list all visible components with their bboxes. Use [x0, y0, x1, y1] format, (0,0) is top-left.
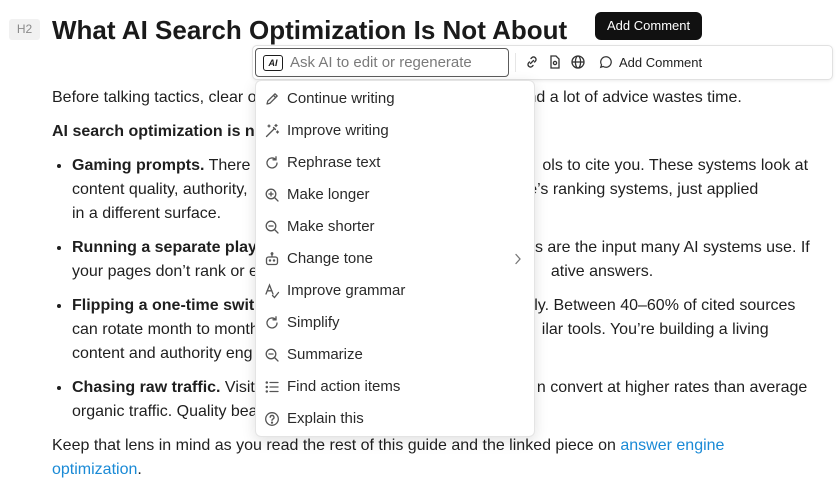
- menu-item-make-shorter[interactable]: Make shorter: [256, 211, 534, 243]
- closing-text: Keep that lens in mind as you read the r…: [52, 437, 621, 454]
- menu-item-simplify[interactable]: Simplify: [256, 307, 534, 339]
- bullet-text: There: [204, 157, 251, 174]
- bullet-line: your pages don’t rank or e: [72, 263, 258, 280]
- ai-toolbar: AI Add Comment: [252, 45, 833, 80]
- zoom-in-icon: [264, 187, 280, 203]
- globe-icon[interactable]: [570, 54, 586, 70]
- bullet-line: can rotate month to month: [72, 321, 259, 338]
- help-icon: [264, 411, 280, 427]
- closing-end: .: [137, 461, 142, 478]
- zoom-out-icon: [264, 347, 280, 363]
- add-comment-button[interactable]: Add Comment: [599, 50, 702, 74]
- add-comment-label: Add Comment: [619, 54, 703, 70]
- menu-item-label: Explain this: [287, 410, 364, 427]
- bullet-text-tail: n convert at higher rates than average: [536, 379, 808, 396]
- bullet-bold: Flipping a one-time swit: [72, 297, 255, 314]
- menu-item-label: Change tone: [287, 250, 373, 267]
- link-icon[interactable]: [524, 54, 540, 70]
- menu-item-change-tone[interactable]: Change tone: [256, 243, 534, 275]
- list-icon: [264, 379, 280, 395]
- menu-item-label: Make shorter: [287, 218, 375, 235]
- menu-item-label: Continue writing: [287, 90, 395, 107]
- ai-prompt-box[interactable]: AI: [255, 48, 509, 77]
- menu-item-find-action-items[interactable]: Find action items: [256, 371, 534, 403]
- bullet-line-tail: ative answers.: [550, 263, 654, 280]
- menu-item-label: Make longer: [287, 186, 370, 203]
- add-comment-tooltip: Add Comment: [595, 12, 703, 40]
- ai-prompt-input[interactable]: [290, 52, 502, 73]
- chevron-right-icon: [514, 253, 522, 265]
- bullet-bold: Running a separate play: [72, 239, 257, 256]
- page-title: What AI Search Optimization Is Not About: [52, 15, 568, 45]
- menu-item-label: Summarize: [287, 346, 363, 363]
- menu-item-label: Improve grammar: [287, 282, 406, 299]
- closing-paragraph: Keep that lens in mind as you read the r…: [52, 434, 812, 482]
- refresh-icon: [264, 155, 280, 171]
- toolbar-divider: [515, 53, 516, 72]
- bullet-text-tail: ly. Between 40–60% of cited sources: [534, 297, 796, 314]
- grammar-icon: [264, 283, 280, 299]
- bullet-bold: Chasing raw traffic.: [72, 379, 221, 396]
- bullet-bold: Gaming prompts.: [72, 157, 205, 174]
- menu-item-label: Simplify: [287, 314, 340, 331]
- menu-item-rephrase-text[interactable]: Rephrase text: [256, 147, 534, 179]
- pencil-icon: [264, 91, 280, 107]
- menu-item-label: Find action items: [287, 378, 401, 395]
- menu-item-continue-writing[interactable]: Continue writing: [256, 83, 534, 115]
- menu-item-summarize[interactable]: Summarize: [256, 339, 534, 371]
- section-lead: AI search optimization is n: [52, 123, 255, 140]
- bullet-line-tail: ilar tools. You’re building a living: [541, 321, 769, 338]
- menu-item-improve-writing[interactable]: Improve writing: [256, 115, 534, 147]
- intro-text: Before talking tactics, clear o: [52, 89, 257, 106]
- bullet-line: organic traffic. Quality bea: [72, 403, 258, 420]
- zoom-out-icon: [264, 219, 280, 235]
- robot-icon: [264, 251, 280, 267]
- bullet-text: Visit: [220, 379, 255, 396]
- comment-icon: [599, 56, 612, 69]
- menu-item-improve-grammar[interactable]: Improve grammar: [256, 275, 534, 307]
- bullet-line: content and authority eng: [72, 345, 253, 362]
- ai-actions-menu: Continue writing Improve writing Rephras…: [255, 80, 535, 437]
- bullet-text-tail: s are the input many AI systems use. If: [534, 239, 810, 256]
- menu-item-label: Improve writing: [287, 122, 389, 139]
- heading-level-badge[interactable]: H2: [9, 19, 40, 40]
- document-icon[interactable]: [547, 54, 563, 70]
- refresh-icon: [264, 315, 280, 331]
- magic-wand-icon: [264, 123, 280, 139]
- bullet-line: in a different surface.: [72, 205, 222, 222]
- ai-logo-icon: AI: [263, 55, 283, 71]
- menu-item-label: Rephrase text: [287, 154, 381, 171]
- bullet-text-tail: ols to cite you. These systems look at: [542, 157, 809, 174]
- menu-item-explain-this[interactable]: Explain this: [256, 403, 534, 435]
- bullet-line: content quality, authority,: [72, 181, 248, 198]
- menu-item-make-longer[interactable]: Make longer: [256, 179, 534, 211]
